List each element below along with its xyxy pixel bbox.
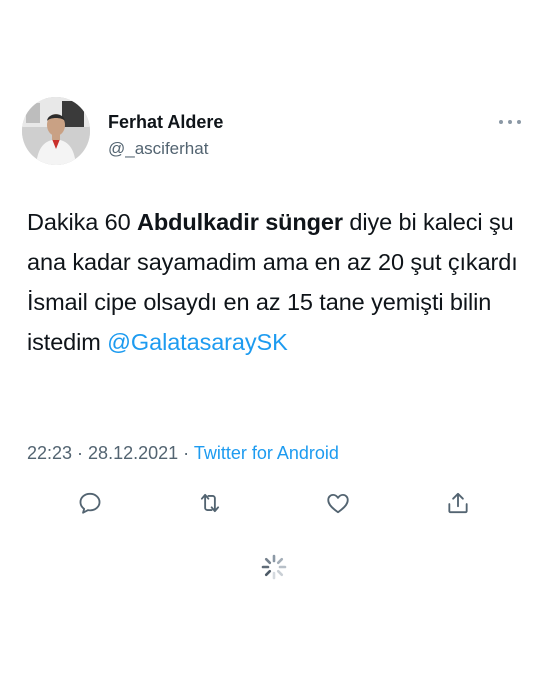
tweet-time: 22:23	[27, 443, 73, 463]
author-handle[interactable]: @_asciferhat	[108, 139, 208, 159]
share-button[interactable]	[445, 490, 471, 516]
meta-separator: ·	[178, 443, 194, 463]
tweet-card: Ferhat Aldere @_asciferhat Dakika 60 Abd…	[0, 0, 547, 675]
meta-separator: ·	[72, 443, 89, 463]
retweet-icon	[200, 493, 220, 513]
reply-icon	[79, 492, 101, 514]
tweet-text-part: Dakika 60	[27, 209, 138, 235]
more-options-icon[interactable]	[498, 117, 522, 127]
tweet-date: 28.12.2021	[88, 443, 179, 463]
like-button[interactable]	[325, 490, 351, 516]
author-name[interactable]: Ferhat Aldere	[108, 112, 223, 133]
tweet-meta: 22:23 · 28.12.2021 · Twitter for Android	[27, 443, 339, 464]
tweet-text: Dakika 60 Abdulkadir sünger diye bi kale…	[27, 202, 527, 362]
avatar[interactable]	[22, 97, 90, 165]
loading-spinner-icon	[261, 554, 287, 580]
tweet-text-bold: Abdulkadir sünger	[137, 209, 343, 235]
heart-icon	[327, 493, 349, 514]
reply-button[interactable]	[77, 490, 103, 516]
profile-photo-icon	[22, 97, 90, 165]
retweet-button[interactable]	[197, 490, 223, 516]
share-icon	[448, 492, 468, 514]
tweet-source[interactable]: Twitter for Android	[194, 443, 339, 463]
mention-link[interactable]: @GalatasaraySK	[107, 329, 288, 355]
